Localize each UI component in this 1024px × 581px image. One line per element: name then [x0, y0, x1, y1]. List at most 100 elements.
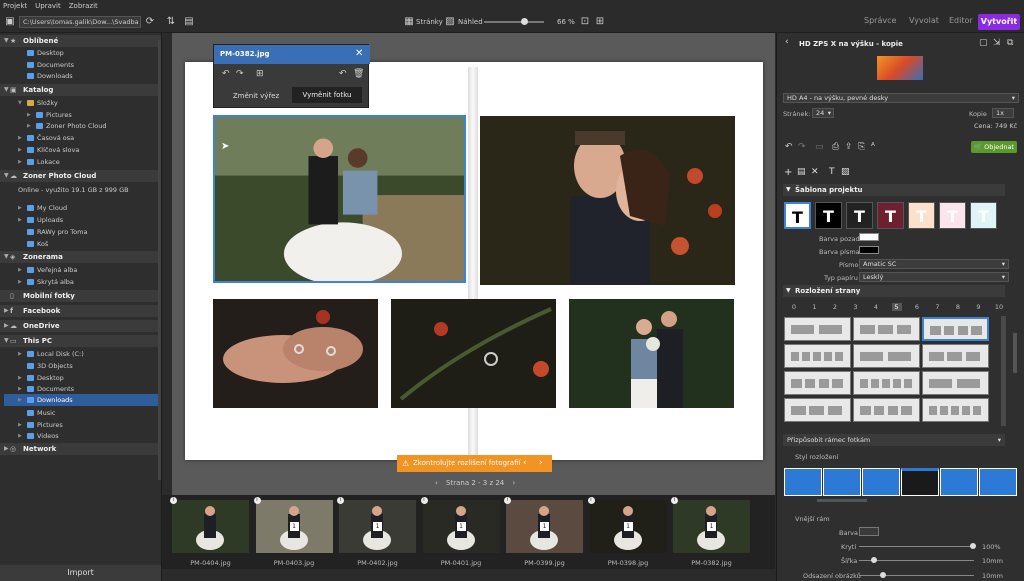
resolution-warning[interactable]: ⚠ Zkontrolujte rozlišení fotografií ‹ ›	[397, 455, 552, 472]
photo-couple-carry[interactable]	[213, 115, 466, 283]
sort-icon[interactable]: ⇅	[165, 16, 177, 28]
order-button[interactable]: 🛒 Objednat	[971, 141, 1017, 153]
sidebar-item-folders[interactable]: ▼ Složky	[18, 98, 58, 109]
section-mobile[interactable]: ▯ Mobilní fotky	[0, 290, 161, 302]
section-onedrive[interactable]: ▶ ☁ OneDrive	[0, 320, 161, 332]
sidebar-item-uploads[interactable]: ▶ Uploads	[18, 215, 63, 226]
font-color-swatch[interactable]	[859, 246, 879, 254]
layout-option[interactable]	[922, 344, 989, 368]
section-zonerama[interactable]: ▼ ◈ Zonerama	[0, 251, 161, 263]
undo-icon[interactable]: ↶	[339, 69, 347, 79]
spacing-slider[interactable]	[859, 575, 974, 576]
pages-label[interactable]: Stránky	[416, 18, 443, 26]
layout-count-tab[interactable]: 4	[871, 303, 881, 311]
layout-style-option[interactable]	[862, 468, 900, 496]
next-page-icon[interactable]: ›	[513, 479, 516, 487]
section-network[interactable]: ▶ ◎ Network	[0, 443, 161, 455]
sidebar-item-pc-desktop[interactable]: ▶ Desktop	[18, 373, 64, 384]
back-icon[interactable]: ‹	[785, 37, 789, 47]
layout-style-option[interactable]	[901, 468, 939, 496]
info-icon[interactable]: i	[587, 497, 595, 504]
photo-couple-portrait[interactable]	[480, 116, 735, 285]
layout-count-tab[interactable]: 10	[994, 303, 1004, 311]
refresh-icon[interactable]: ⟳	[144, 16, 156, 28]
preview-icon[interactable]: ▨	[444, 16, 456, 28]
fit-frame-row[interactable]: Přizpůsobit rámec fotkám ▾	[783, 434, 1005, 446]
print-icon[interactable]: ⎙	[832, 142, 839, 152]
layout-count-tab[interactable]: 6	[912, 303, 922, 311]
frame-color-swatch[interactable]	[859, 527, 879, 536]
layout-style-option[interactable]	[823, 468, 861, 496]
export-icon[interactable]: ⇲	[993, 38, 1001, 48]
layout-count-tab[interactable]: 9	[974, 303, 984, 311]
sidebar-item-locations[interactable]: ▶ Lokace	[18, 157, 60, 168]
menu-edit[interactable]: Upravit	[35, 2, 61, 10]
info-icon[interactable]: i	[170, 497, 177, 504]
cover-slider[interactable]	[859, 546, 974, 547]
sidebar-item-pc-downloads[interactable]: ▶ Downloads	[18, 395, 73, 406]
sidebar-item-pc-pictures[interactable]: ▶ Pictures	[18, 420, 63, 431]
section-facebook[interactable]: ▶ f Facebook	[0, 305, 161, 317]
rotate-left-icon[interactable]: ↶	[222, 69, 230, 79]
sidebar-item-videos[interactable]: ▶ Videos	[18, 431, 59, 442]
redo-icon[interactable]: ↷	[798, 142, 806, 152]
sidebar-item-timeline[interactable]: ▶ Časová osa	[18, 133, 74, 144]
sidebar-item-desktop[interactable]: Desktop	[27, 48, 64, 59]
tab-manager[interactable]: Správce	[864, 16, 896, 25]
copy-icon[interactable]: ⧉	[1007, 38, 1013, 48]
template-swatch[interactable]: T	[784, 202, 811, 229]
sidebar-item-pictures[interactable]: ▶ Pictures	[27, 110, 72, 121]
photo-rings-hands[interactable]	[213, 299, 378, 408]
layout-style-option[interactable]	[784, 468, 822, 496]
sidebar-item-rawy[interactable]: RAWy pro Toma	[27, 227, 87, 238]
tab-editor[interactable]: Editor	[949, 16, 973, 25]
info-icon[interactable]: i	[671, 497, 678, 504]
layout-option[interactable]	[784, 317, 851, 341]
right-scrollbar[interactable]	[1013, 333, 1017, 373]
layout-count-tab[interactable]: 0	[789, 303, 799, 311]
photo-rings-branch[interactable]	[391, 299, 556, 408]
cover-slider-knob[interactable]	[970, 543, 976, 549]
photo-couple-bouquet[interactable]	[569, 299, 734, 408]
sidebar-item-documents[interactable]: Documents	[27, 60, 74, 71]
paper-select[interactable]: Lesklý ▾	[859, 272, 1009, 282]
spacing-slider-knob[interactable]	[880, 572, 886, 578]
left-scrollbar[interactable]	[158, 40, 161, 480]
section-catalog[interactable]: ▼ ▣ Katalog	[0, 84, 161, 96]
rotate-right-icon[interactable]: ↷	[236, 69, 244, 79]
zoom-slider-knob[interactable]	[520, 18, 528, 25]
tab-develop[interactable]: Vyvolat	[909, 16, 939, 25]
add-folder-icon[interactable]: ▤	[797, 167, 806, 177]
preview-label[interactable]: Náhled	[458, 18, 483, 26]
info-icon[interactable]: i	[504, 497, 511, 504]
layout-option[interactable]	[922, 317, 989, 341]
prev-warning-icon[interactable]: ‹	[523, 455, 527, 472]
sidebar-item-keywords[interactable]: ▶ Klíčová slova	[18, 145, 79, 156]
pages-icon[interactable]: ▦	[403, 16, 415, 28]
format-select[interactable]: HD A4 - na výšku, pevné desky ▾	[783, 93, 1019, 103]
sidebar-item-trash[interactable]: Koš	[27, 239, 48, 250]
layout-count-tab[interactable]: 7	[933, 303, 943, 311]
layout-count-tab[interactable]: 2	[830, 303, 840, 311]
section-project-template[interactable]: ▼ Šablona projektu	[783, 184, 1005, 196]
layout-option[interactable]	[922, 371, 989, 395]
template-swatch[interactable]: T	[970, 202, 997, 229]
next-warning-icon[interactable]: ›	[539, 455, 543, 472]
sidebar-item-public-albums[interactable]: ▶ Veřejná alba	[18, 265, 77, 276]
template-swatch[interactable]: T	[815, 202, 842, 229]
section-page-layout[interactable]: ▼ Rozložení strany	[783, 285, 1005, 297]
layout-option[interactable]	[784, 344, 851, 368]
section-favorites[interactable]: ▼ ★ Oblíbené	[0, 35, 161, 47]
actual-size-icon[interactable]: ⊞	[594, 16, 606, 28]
undo-icon[interactable]: ↶	[785, 142, 793, 152]
export-pdf-icon[interactable]: ⎘	[858, 142, 865, 152]
add-icon[interactable]: +	[784, 167, 792, 178]
layout-option[interactable]	[922, 398, 989, 422]
trash-icon[interactable]: 🗑	[353, 69, 364, 79]
bg-color-swatch[interactable]	[859, 233, 879, 241]
close-icon[interactable]: ✕	[355, 48, 363, 59]
image-icon[interactable]: ▨	[841, 167, 850, 177]
text-icon[interactable]: T	[829, 167, 835, 177]
filmstrip-thumb[interactable]	[172, 500, 249, 553]
folder-icon[interactable]: ▣	[4, 16, 16, 28]
